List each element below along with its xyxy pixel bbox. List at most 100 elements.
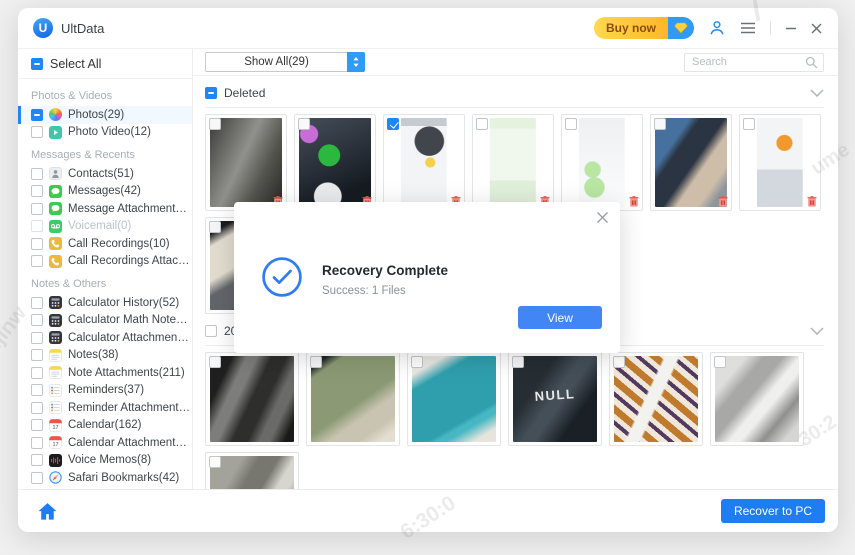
thumbnail-card[interactable] <box>205 114 287 211</box>
thumbnail-card[interactable] <box>609 352 703 446</box>
item-checkbox[interactable] <box>31 472 43 484</box>
menu-icon[interactable] <box>740 22 756 34</box>
sidebar-item-label: Photo Video(12) <box>68 126 151 138</box>
search-box[interactable] <box>684 53 824 72</box>
sidebar-item-messages-42[interactable]: Messages(42) <box>18 183 192 201</box>
thumbnail-image <box>490 118 536 207</box>
thumbnail-card[interactable] <box>472 114 554 211</box>
thumbnail-card[interactable]: NULL <box>508 352 602 446</box>
buy-now-button[interactable]: Buy now <box>594 17 694 39</box>
sidebar-item-reminder-attachments-27[interactable]: Reminder Attachments(27) <box>18 399 192 417</box>
thumbnail-card[interactable] <box>205 452 299 489</box>
item-checkbox[interactable] <box>31 437 43 449</box>
thumbnail-checkbox[interactable] <box>743 118 755 130</box>
thumbnail-checkbox[interactable] <box>387 118 399 130</box>
filter-dropdown[interactable]: Show All(29) <box>205 52 365 72</box>
sidebar-item-calculator-attachments-30[interactable]: Calculator Attachments(30) <box>18 329 192 347</box>
item-checkbox[interactable] <box>31 314 43 326</box>
thumbnail-card[interactable] <box>294 114 376 211</box>
sidebar-item-calculator-history-52[interactable]: Calculator History(52) <box>18 294 192 312</box>
sidebar-item-contacts-51[interactable]: Contacts(51) <box>18 165 192 183</box>
account-icon[interactable] <box>708 19 726 37</box>
thumbnail-card[interactable] <box>561 114 643 211</box>
item-checkbox[interactable] <box>31 349 43 361</box>
calendar-icon: 17 <box>49 436 62 449</box>
search-input[interactable] <box>690 55 805 69</box>
thumbnail-card[interactable] <box>407 352 501 446</box>
recovery-complete-dialog: Recovery Complete Success: 1 Files View <box>234 202 620 353</box>
item-checkbox[interactable] <box>31 185 43 197</box>
item-checkbox[interactable] <box>31 297 43 309</box>
view-button[interactable]: View <box>518 306 602 329</box>
thumbnail-card[interactable] <box>306 352 400 446</box>
thumbnail-checkbox[interactable] <box>565 118 577 130</box>
sidebar-item-note-attachments-211[interactable]: Note Attachments(211) <box>18 364 192 382</box>
sidebar-item-label: Call Recordings Attachment... <box>68 255 192 267</box>
thumbnail-checkbox[interactable] <box>512 356 524 368</box>
thumbnail-card[interactable] <box>650 114 732 211</box>
sidebar-item-label: Voicemail(0) <box>68 220 131 232</box>
section-checkbox[interactable] <box>205 325 217 337</box>
sidebar-item-calendar-162[interactable]: 17Calendar(162) <box>18 417 192 435</box>
item-checkbox[interactable] <box>31 203 43 215</box>
titlebar-actions: Buy now <box>594 17 822 39</box>
thumbnail-checkbox[interactable] <box>298 118 310 130</box>
sidebar-item-notes-38[interactable]: Notes(38) <box>18 347 192 365</box>
thumbnail-checkbox[interactable] <box>310 356 322 368</box>
item-checkbox[interactable] <box>31 384 43 396</box>
item-checkbox[interactable] <box>31 126 43 138</box>
item-checkbox[interactable] <box>31 332 43 344</box>
section-header-deleted[interactable]: Deleted <box>205 84 824 108</box>
delete-icon[interactable] <box>629 196 639 207</box>
recover-to-pc-button[interactable]: Recover to PC <box>721 499 825 523</box>
collapse-chevron-icon[interactable] <box>810 327 824 335</box>
minimize-button[interactable] <box>785 22 797 34</box>
item-checkbox[interactable] <box>31 168 43 180</box>
sidebar-item-call-recordings-attachment[interactable]: Call Recordings Attachment... <box>18 253 192 271</box>
thumbnail-card[interactable] <box>739 114 821 211</box>
item-checkbox[interactable] <box>31 454 43 466</box>
thumbnail-checkbox[interactable] <box>209 456 221 468</box>
thumbnail-card[interactable] <box>710 352 804 446</box>
thumbnail-card[interactable] <box>383 114 465 211</box>
sidebar-item-calendar-attachments-1[interactable]: 17Calendar Attachments(1) <box>18 434 192 452</box>
thumbnail-checkbox[interactable] <box>714 356 726 368</box>
delete-icon[interactable] <box>718 196 728 207</box>
delete-icon[interactable] <box>807 196 817 207</box>
close-button[interactable] <box>811 23 822 34</box>
sidebar-item-voicemail-0[interactable]: Voicemail(0) <box>18 218 192 236</box>
item-checkbox[interactable] <box>31 367 43 379</box>
sidebar-item-calculator-math-notes-6[interactable]: Calculator Math Notes(6) <box>18 312 192 330</box>
sidebar-item-voice-memos-8[interactable]: Voice Memos(8) <box>18 452 192 470</box>
sidebar-list: Photos & VideosPhotos(29)Photo Video(12)… <box>18 79 192 489</box>
collapse-chevron-icon[interactable] <box>810 89 824 97</box>
thumbnail-checkbox[interactable] <box>209 356 221 368</box>
dialog-title: Recovery Complete <box>322 263 448 278</box>
item-checkbox[interactable] <box>31 220 43 232</box>
thumbnail-checkbox[interactable] <box>209 118 221 130</box>
item-checkbox[interactable] <box>31 402 43 414</box>
item-checkbox[interactable] <box>31 109 43 121</box>
sidebar-item-photo-video-12[interactable]: Photo Video(12) <box>18 124 192 142</box>
sidebar-item-call-recordings-10[interactable]: Call Recordings(10) <box>18 235 192 253</box>
thumbnail-card[interactable] <box>205 352 299 446</box>
calendar-icon: 17 <box>49 419 62 432</box>
sidebar-item-photos-29[interactable]: Photos(29) <box>18 106 192 124</box>
thumbnail-checkbox[interactable] <box>654 118 666 130</box>
sidebar-item-reminders-37[interactable]: Reminders(37) <box>18 382 192 400</box>
item-checkbox[interactable] <box>31 255 43 267</box>
sidebar-item-message-attachments-16[interactable]: Message Attachments(16) <box>18 200 192 218</box>
thumbnail-checkbox[interactable] <box>476 118 488 130</box>
home-button[interactable] <box>37 502 58 521</box>
thumbnail-checkbox[interactable] <box>411 356 423 368</box>
thumbnail-checkbox[interactable] <box>209 221 221 233</box>
select-all-checkbox[interactable] <box>31 58 43 70</box>
item-checkbox[interactable] <box>31 419 43 431</box>
section-checkbox[interactable] <box>205 87 217 99</box>
sidebar-item-safari-bookmarks-42[interactable]: Safari Bookmarks(42) <box>18 469 192 487</box>
thumbnail-checkbox[interactable] <box>613 356 625 368</box>
buy-now-label: Buy now <box>594 17 668 39</box>
item-checkbox[interactable] <box>31 238 43 250</box>
dialog-close-icon[interactable] <box>596 211 609 224</box>
select-all-row[interactable]: Select All <box>18 49 192 79</box>
